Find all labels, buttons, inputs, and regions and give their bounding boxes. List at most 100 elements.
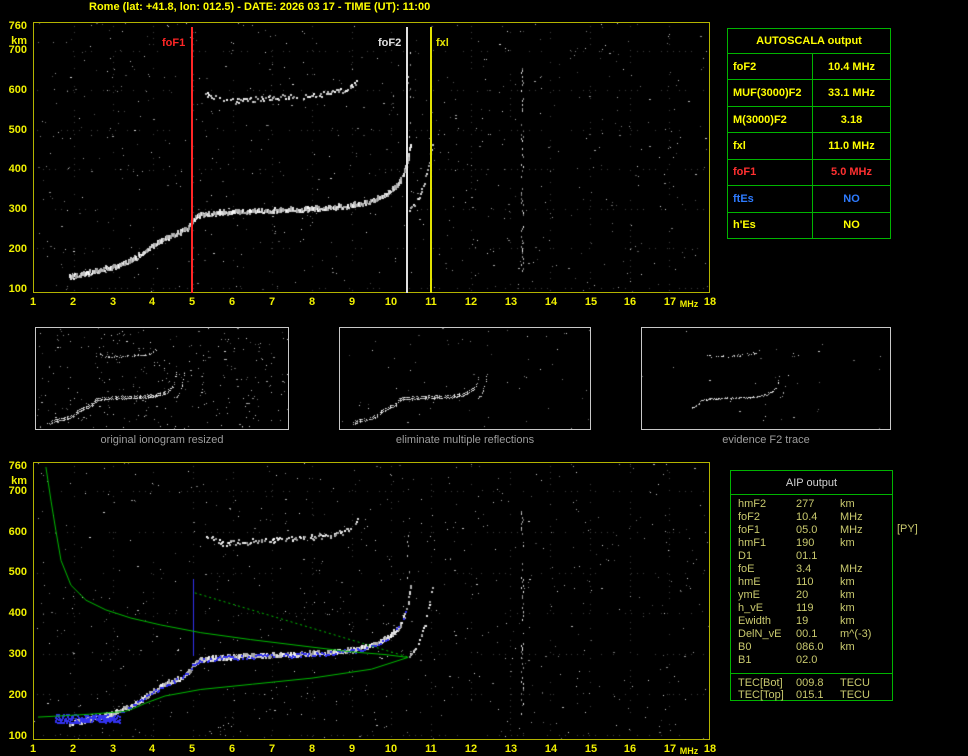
x-axis-tick-2-p1: 2 — [69, 743, 77, 755]
aip-unit: MHz — [840, 563, 863, 575]
aip-unit — [840, 550, 892, 563]
aip-unit: km — [840, 498, 855, 510]
aip-name: hmE — [738, 576, 761, 588]
param-value: 10.4 MHz — [827, 60, 876, 73]
aip-name: h_vE — [738, 602, 764, 614]
aip-name: Ewidth — [738, 615, 772, 627]
x-axis-tick-16-p0: 16 — [623, 296, 637, 308]
x-axis-tick-6-p0: 6 — [228, 296, 236, 308]
y-axis-tick-200-p1: 200 — [8, 689, 27, 701]
thumbnail-f2-evidence-caption: evidence F2 trace — [722, 434, 810, 446]
y-axis-tick-200-p0: 200 — [8, 243, 27, 255]
autoscala-row-M(3000)F2: M(3000)F2 3.18 — [728, 106, 890, 134]
aip-name: TEC[Top] — [738, 689, 784, 701]
x-axis-tick-15-p0: 15 — [584, 296, 598, 308]
y-axis-tick-300-p1: 300 — [8, 648, 27, 660]
x-axis-tick-14-p0: 14 — [544, 296, 558, 308]
aip-unit: m^(-3) — [840, 628, 872, 640]
aip-row-hmE: hmE 110 km — [731, 576, 892, 589]
y-axis-tick-500-p0: 500 — [8, 124, 27, 136]
param-name: foF2 — [728, 54, 813, 80]
x-axis-tick-6-p1: 6 — [228, 743, 236, 755]
x-axis-tick-12-p1: 12 — [464, 743, 478, 755]
aip-row-foF1: foF1 05.0 MHz — [731, 524, 892, 537]
param-name: h'Es — [728, 212, 813, 238]
x-axis-tick-8-p1: 8 — [308, 743, 316, 755]
aip-name: D1 — [738, 550, 753, 562]
aip-name: B1 — [738, 654, 752, 666]
aip-unit: TECU — [840, 677, 870, 689]
ionogram-main-plot — [33, 22, 710, 293]
aip-val: 01.1 — [796, 550, 818, 562]
y-axis-tick-300-p0: 300 — [8, 203, 27, 215]
aip-name: foE — [738, 563, 755, 575]
autoscala-row-MUF(3000)F2: MUF(3000)F2 33.1 MHz — [728, 80, 890, 107]
x-axis-tick-7-p0: 7 — [268, 296, 276, 308]
aip-unit — [840, 654, 892, 667]
x-axis-unit-p0: MHz — [679, 299, 699, 309]
marker-line-foF1 — [191, 27, 193, 293]
y-axis-tick-600-p0: 600 — [8, 84, 27, 96]
aip-unit: MHz — [840, 524, 863, 536]
y-axis-unit-p1: km — [11, 475, 27, 487]
x-axis-tick-4-p1: 4 — [148, 743, 156, 755]
aip-name: ymE — [738, 589, 760, 601]
y-axis-tick-500-p1: 500 — [8, 566, 27, 578]
param-value: 3.18 — [840, 113, 863, 126]
aip-val: 20 — [796, 589, 809, 601]
aip-unit: TECU — [840, 689, 870, 701]
param-value: NO — [843, 192, 860, 205]
aip-unit: MHz — [840, 511, 863, 523]
autoscala-row-foF1: foF1 5.0 MHz — [728, 159, 890, 187]
thumbnail-no-multiples-caption: eliminate multiple reflections — [395, 434, 535, 446]
thumbnail-f2-evidence-canvas — [642, 328, 890, 429]
aip-name: hmF1 — [738, 537, 767, 549]
aip-unit: km — [840, 602, 855, 614]
autoscala-row-fxl: fxl 11.0 MHz — [728, 133, 890, 160]
aip-output-table: AIP output hmF2 277 km foF2 10.4 MHz foF1 05.0 M… — [730, 470, 893, 701]
autoscala-row-foF2: foF2 10.4 MHz — [728, 54, 890, 81]
x-axis-tick-13-p0: 13 — [504, 296, 518, 308]
x-axis-tick-1-p0: 1 — [29, 296, 37, 308]
aip-row-foF2: foF2 10.4 MHz — [731, 511, 892, 524]
aip-row-hmF1: hmF1 190 km — [731, 537, 892, 550]
aip-name: B0 — [738, 641, 752, 653]
aip-row-B0: B0 086.0 km — [731, 641, 892, 654]
x-axis-tick-5-p0: 5 — [188, 296, 196, 308]
thumbnail-no-multiples — [339, 327, 591, 430]
aip-val: 015.1 — [796, 689, 824, 701]
autoscala-table-title: AUTOSCALA output — [728, 29, 890, 54]
autoscala-app-window: Rome (lat: +41.8, lon: 012.5) - DATE: 20… — [0, 0, 968, 756]
marker-label-foF2: foF2 — [378, 37, 402, 49]
aip-table-title: AIP output — [731, 471, 892, 495]
x-axis-tick-12-p0: 12 — [464, 296, 478, 308]
thumbnail-original-canvas — [36, 328, 288, 429]
param-name: ftEs — [728, 186, 813, 212]
aip-unit: km — [840, 641, 855, 653]
thumbnail-f2-evidence — [641, 327, 891, 430]
x-axis-tick-10-p1: 10 — [384, 743, 398, 755]
aip-unit: km — [840, 589, 855, 601]
x-axis-tick-11-p1: 11 — [425, 743, 437, 755]
x-axis-tick-3-p1: 3 — [109, 743, 117, 755]
x-axis-tick-3-p0: 3 — [109, 296, 117, 308]
aip-val: 00.1 — [796, 628, 818, 640]
aip-unit: km — [840, 576, 855, 588]
x-axis-tick-1-p1: 1 — [29, 743, 37, 755]
y-axis-tick-400-p1: 400 — [8, 607, 27, 619]
x-axis-tick-9-p1: 9 — [348, 743, 356, 755]
thumbnail-no-multiples-canvas — [340, 328, 590, 429]
station-date-time-header: Rome (lat: +41.8, lon: 012.5) - DATE: 20… — [89, 1, 431, 13]
aip-val: 02.0 — [796, 654, 818, 666]
marker-line-foF2 — [406, 27, 408, 293]
aip-row-hmF2: hmF2 277 km — [731, 498, 892, 511]
autoscala-output-table: AUTOSCALA output foF2 10.4 MHz MUF(3000)F2… — [727, 28, 891, 239]
foF1-py-flag: [PY] — [897, 523, 918, 535]
param-name: M(3000)F2 — [728, 106, 813, 133]
aip-val: 086.0 — [796, 641, 824, 653]
aip-row-TEC[Bot]: TEC[Bot] 009.8 TECU — [731, 673, 892, 689]
param-name: MUF(3000)F2 — [728, 80, 813, 106]
x-axis-tick-10-p0: 10 — [384, 296, 398, 308]
autoscala-row-h'Es: h'Es NO — [728, 212, 890, 238]
aip-val: 3.4 — [796, 563, 812, 575]
